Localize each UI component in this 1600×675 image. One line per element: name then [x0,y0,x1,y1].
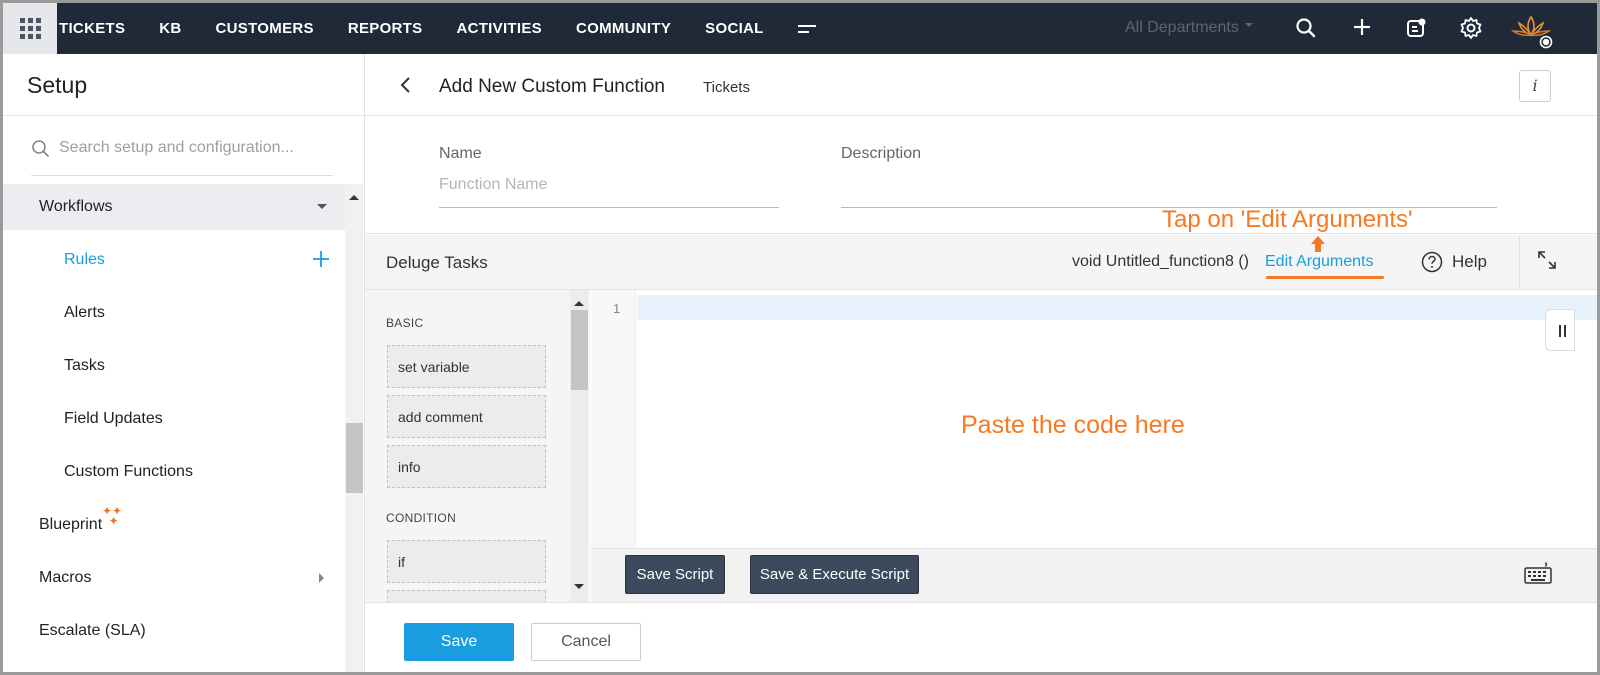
deluge-task-palette: BASIC set variable add comment info COND… [365,290,590,604]
sidebar-item-alerts[interactable]: Alerts [3,290,345,336]
sidebar-item-label: Workflows [39,198,113,215]
app-window: TICKETS KB CUSTOMERS REPORTS ACTIVITIES … [0,0,1600,675]
form-footer: Save Cancel [365,602,1597,672]
current-line-highlight [637,295,1597,320]
page-header: Add New Custom Function Tickets i [365,54,1597,116]
edit-arguments-link[interactable]: Edit Arguments [1265,253,1374,271]
category-basic: BASIC [386,316,424,330]
sparkle-icon: ✦✦ ✦ [102,504,123,528]
nav-reports[interactable]: REPORTS [348,20,423,37]
description-label: Description [841,145,922,162]
add-rule-icon[interactable] [312,250,330,268]
chevron-right-icon [319,573,329,583]
page-title: Add New Custom Function [439,76,665,97]
cancel-button[interactable]: Cancel [531,623,641,661]
sidebar-item-label: Alerts [64,304,105,321]
chevron-down-icon [1244,23,1253,31]
department-label: All Departments [1125,19,1239,36]
sidebar-item-custom-functions[interactable]: Custom Functions [3,449,345,495]
main-nav: TICKETS KB CUSTOMERS REPORTS ACTIVITIES … [59,3,816,54]
palette-scrollbar[interactable] [570,290,588,602]
setup-search[interactable]: Search setup and configuration... [31,138,333,176]
line-number: 1 [613,301,621,316]
function-name-input[interactable]: Function Name [439,174,779,208]
help-label: Help [1452,252,1487,271]
name-label: Name [439,145,482,162]
help-icon [1421,251,1443,273]
sidebar-item-label: Tasks [64,357,105,374]
nav-community[interactable]: COMMUNITY [576,20,671,37]
module-label: Tickets [703,79,750,96]
task-if[interactable]: if [387,540,546,583]
gear-icon[interactable] [1458,15,1484,41]
side-panel-toggle[interactable] [1545,309,1575,351]
search-input[interactable]: Search setup and configuration... [59,139,294,157]
editor-footer: Save Script Save & Execute Script [591,548,1597,602]
sidebar-item-label: Macros [39,569,92,586]
nav-social[interactable]: SOCIAL [705,20,763,37]
expand-icon [1538,251,1556,269]
scrollbar-thumb[interactable] [571,310,588,390]
sidebar-item-label: Custom Functions [64,463,193,480]
sidebar-item-label: Escalate (SLA) [39,622,146,639]
function-form: Name Function Name Description [365,116,1597,234]
nav-tickets[interactable]: TICKETS [59,20,125,37]
category-condition: CONDITION [386,511,457,525]
arrow-up-icon [1311,236,1325,252]
help-button[interactable]: Help [1421,251,1487,273]
description-input[interactable] [841,174,1497,208]
line-gutter: 1 [591,290,636,548]
sidebar-item-rules[interactable]: Rules [3,237,345,283]
code-editor[interactable]: 1 Paste the code here [591,290,1597,548]
avatar[interactable] [1509,11,1553,49]
expand-button[interactable] [1519,235,1597,290]
edit-arguments-annotation: Tap on 'Edit Arguments' [1162,206,1413,233]
save-script-button[interactable]: Save Script [625,555,725,594]
more-menu-icon[interactable] [797,24,816,34]
scroll-up-arrow-icon[interactable] [574,296,584,306]
app-launcher-icon[interactable] [3,3,57,54]
sidebar-item-escalate-sla[interactable]: Escalate (SLA) [3,608,345,654]
chevron-down-icon [317,204,327,214]
function-signature: void Untitled_function8 () [1072,253,1249,270]
scroll-down-arrow-icon[interactable] [574,584,584,594]
nav-kb[interactable]: KB [159,20,181,37]
nav-activities[interactable]: ACTIVITIES [456,20,542,37]
task-info[interactable]: info [387,445,546,488]
sidebar-item-label: Blueprint [39,516,103,533]
sidebar-item-workflows[interactable]: Workflows [3,184,345,230]
sidebar-item-field-updates[interactable]: Field Updates [3,396,345,442]
nav-customers[interactable]: CUSTOMERS [216,20,314,37]
department-selector[interactable]: All Departments [1125,19,1253,37]
setup-sidebar: Setup Search setup and configuration... … [3,54,365,672]
deluge-tasks-title: Deluge Tasks [386,253,488,272]
sidebar-item-blueprint[interactable]: Blueprint ✦✦ ✦ [3,502,345,548]
back-arrow-icon[interactable] [398,74,414,96]
notifications-icon[interactable] [1403,15,1429,41]
divider [3,115,365,116]
scrollbar-thumb[interactable] [346,423,363,493]
task-add-comment[interactable]: add comment [387,395,546,438]
task-set-variable[interactable]: set variable [387,345,546,388]
add-icon[interactable] [1349,15,1375,41]
search-icon [32,140,49,157]
sidebar-scrollbar[interactable] [345,184,363,672]
sidebar-item-label: Field Updates [64,410,163,427]
sidebar-title: Setup [27,72,88,98]
search-icon[interactable] [1293,15,1319,41]
paste-code-annotation: Paste the code here [961,411,1185,439]
scroll-up-arrow-icon[interactable] [349,190,359,200]
main-panel: Add New Custom Function Tickets i Name F… [365,54,1597,672]
drag-handle-icon [1559,325,1566,337]
save-button[interactable]: Save [404,623,514,661]
sidebar-item-macros[interactable]: Macros [3,555,345,601]
save-execute-script-button[interactable]: Save & Execute Script [750,555,919,594]
annotation-underline [1266,276,1384,279]
keyboard-icon[interactable] [1523,561,1553,587]
info-icon[interactable]: i [1519,70,1551,102]
deluge-toolbar: Deluge Tasks void Untitled_function8 () … [365,235,1597,290]
sidebar-item-label: Rules [64,251,105,268]
top-navigation-bar: TICKETS KB CUSTOMERS REPORTS ACTIVITIES … [3,3,1597,54]
sidebar-item-tasks[interactable]: Tasks [3,343,345,389]
